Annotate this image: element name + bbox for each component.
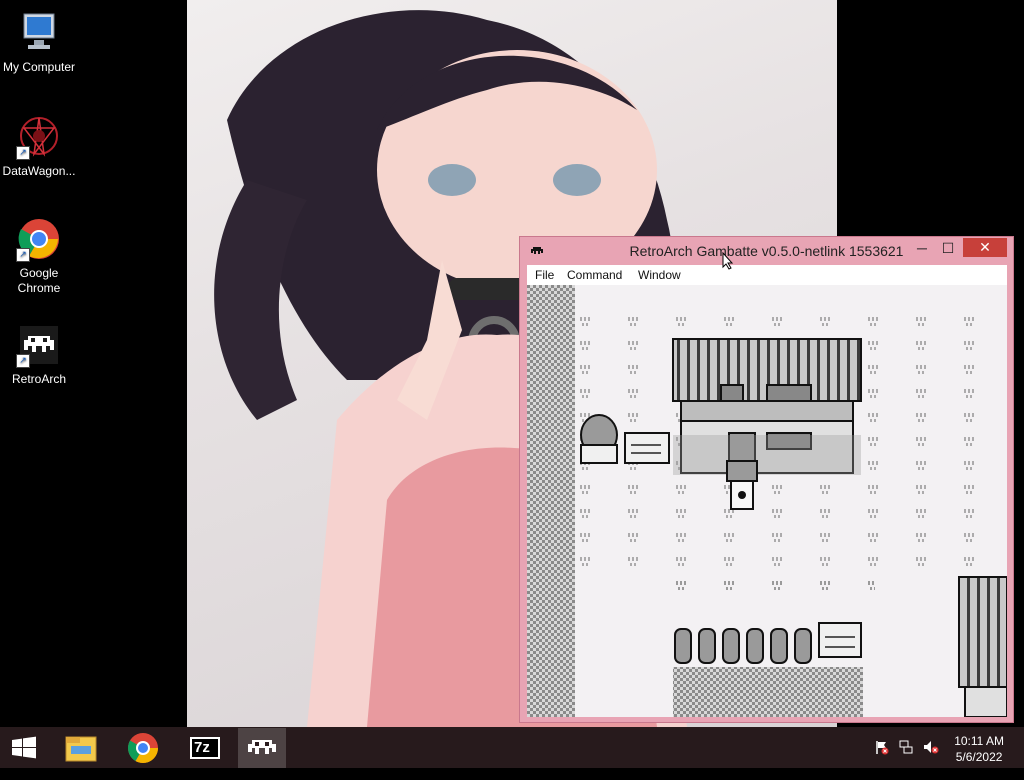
computer-icon — [16, 10, 62, 56]
chrome-icon: ↗ — [16, 216, 62, 262]
shortcut-arrow-icon: ↗ — [16, 354, 30, 368]
chrome-icon[interactable] — [119, 728, 167, 768]
close-button[interactable]: ✕ — [963, 238, 1007, 257]
retroarch-icon: ↗ — [16, 322, 62, 368]
mouse-cursor-icon — [722, 251, 734, 275]
desktop-icon-my-computer[interactable]: My Computer — [1, 10, 77, 75]
shortcut-arrow-icon: ↗ — [16, 248, 30, 262]
menu-file[interactable]: File — [535, 268, 554, 282]
menu-bar: File Command Window — [527, 265, 1007, 285]
retroarch-icon[interactable] — [238, 728, 286, 768]
file-explorer-icon[interactable] — [57, 728, 105, 768]
retroarch-window[interactable]: RetroArch Gambatte v0.5.0-netlink 155362… — [519, 236, 1014, 723]
minimize-button[interactable]: ─ — [909, 239, 935, 257]
game-screen[interactable] — [527, 285, 1007, 717]
windows-start-icon[interactable] — [0, 728, 48, 768]
taskbar: 7z 10:11 AM 5/6/2022 — [0, 727, 1024, 768]
clock-date: 5/6/2022 — [955, 750, 1003, 764]
desktop-icon-retroarch[interactable]: ↗ RetroArch — [1, 322, 77, 387]
action-center-flag-icon[interactable] — [874, 739, 890, 780]
7zip-icon[interactable]: 7z — [181, 728, 229, 768]
7zip-label: 7z — [194, 739, 210, 756]
taskbar-clock[interactable]: 10:11 AM 5/6/2022 — [954, 733, 1004, 765]
maximize-button[interactable]: ☐ — [935, 239, 961, 257]
desktop-icon-datawagon[interactable]: ↗ DataWagon... — [1, 114, 77, 179]
desktop-icon-label: DataWagon... — [2, 164, 76, 178]
desktop-icon-google-chrome[interactable]: ↗ Google Chrome — [1, 216, 77, 296]
datawagon-icon: ↗ — [16, 114, 62, 160]
menu-command[interactable]: Command — [567, 268, 622, 282]
desktop-icon-label: Google Chrome — [17, 266, 61, 295]
shortcut-arrow-icon: ↗ — [16, 146, 30, 160]
clock-time: 10:11 AM — [954, 734, 1004, 748]
network-icon[interactable] — [898, 739, 914, 780]
window-titlebar[interactable]: RetroArch Gambatte v0.5.0-netlink 155362… — [520, 237, 1013, 265]
menu-window[interactable]: Window — [638, 268, 681, 282]
desktop-icon-label: My Computer — [2, 60, 76, 74]
volume-muted-icon[interactable] — [922, 739, 940, 780]
desktop-icon-label: RetroArch — [11, 372, 67, 386]
